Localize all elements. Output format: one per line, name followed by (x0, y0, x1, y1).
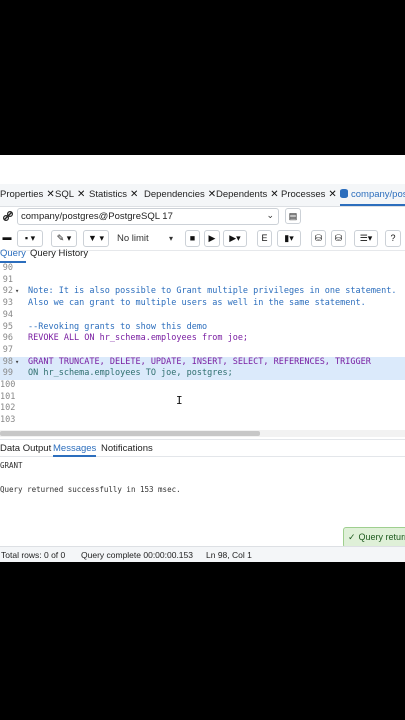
close-icon[interactable]: ✕ (130, 189, 138, 200)
message-text: Query returned successfully in 153 msec. (0, 485, 181, 494)
tab-notifications[interactable]: Notifications (101, 442, 153, 455)
editor-line: 92 ▾ Note: It is also possible to Grant mu… (2, 286, 397, 298)
sql-editor[interactable]: 90 91 92 ▾ Note: It is also possible to Gr… (0, 263, 405, 429)
list-icon: ☰▾ (359, 233, 373, 243)
connection-status-icon[interactable] (2, 210, 14, 222)
connection-select[interactable]: company/postgres@PostgreSQL 17 ⌄ (17, 208, 279, 225)
status-bar: Total rows: 0 of 0 Query complete 00:00:… (0, 546, 405, 562)
tab-dependencies[interactable]: Dependencies ✕ (144, 184, 216, 206)
tab-properties[interactable]: Properties ✕ (0, 184, 55, 206)
editor-line: 100 (0, 380, 16, 390)
help-button[interactable]: ? (385, 230, 401, 247)
filter-button[interactable]: ▼ ▾ (83, 230, 109, 247)
execute-options-button[interactable]: ▶▾ (223, 230, 247, 247)
query-tabs: Query Query History (0, 246, 405, 263)
tab-data-output[interactable]: Data Output (0, 442, 51, 455)
play-options-icon: ▶▾ (229, 233, 241, 243)
editor-line: 97 (2, 344, 13, 355)
close-icon[interactable]: ✕ (77, 189, 85, 200)
save-icon: ▪ ▾ (24, 233, 36, 243)
fold-icon[interactable]: ▾ (15, 357, 19, 369)
editor-line-selected: 99 ON hr_schema.employees TO joe, postgre… (0, 368, 405, 380)
tab-query-tool[interactable]: company/postgres (340, 184, 405, 206)
close-icon[interactable]: ✕ (328, 189, 336, 200)
macros-button[interactable]: ☰▾ (354, 230, 378, 247)
success-toast[interactable]: ✓Query returned successfully (343, 527, 405, 548)
editor-line: 94 (2, 309, 13, 320)
check-icon: ✓ (348, 532, 356, 542)
close-icon[interactable]: ✕ (208, 189, 216, 200)
play-icon: ▶ (208, 233, 216, 243)
close-icon[interactable]: ✕ (46, 189, 54, 200)
editor-line: 95 --Revoking grants to show this demo (2, 321, 208, 332)
total-rows: Total rows: 0 of 0 (1, 550, 66, 560)
rollback-button[interactable]: ⛁ (331, 230, 346, 247)
panel-tab-bar: Properties ✕ SQL ✕ Statistics ✕ Dependencie… (0, 184, 405, 207)
tab-statistics[interactable]: Statistics ✕ (89, 184, 138, 206)
tab-query[interactable]: Query (0, 247, 26, 263)
limit-select[interactable]: No limit ▾ (117, 230, 175, 247)
edit-button[interactable]: ✎ ▾ (51, 230, 77, 247)
pencil-icon: ✎ ▾ (56, 233, 72, 243)
cursor-position: Ln 98, Col 1 (206, 550, 252, 560)
database-plus-icon: ▤ (288, 211, 298, 221)
chart-icon: ▮▾ (284, 233, 294, 243)
new-connection-button[interactable]: ▤ (285, 208, 301, 224)
explain-analyze-button[interactable]: ▮▾ (277, 230, 301, 247)
execute-button[interactable]: ▶ (204, 230, 220, 247)
tab-sql[interactable]: SQL ✕ (55, 184, 85, 206)
fold-icon[interactable]: ▾ (15, 286, 19, 298)
chevron-down-icon: ⌄ (266, 210, 274, 220)
text-cursor-icon: I (176, 394, 183, 407)
tab-dependents[interactable]: Dependents ✕ (216, 184, 279, 206)
tab-processes[interactable]: Processes ✕ (281, 184, 337, 206)
editor-line: 102 (0, 403, 16, 414)
rollback-icon: ⛁ (334, 233, 343, 243)
explain-icon: E (261, 233, 268, 243)
commit-icon: ⛁ (314, 233, 323, 243)
open-file-button[interactable]: ▬ (0, 230, 14, 247)
connection-row: company/postgres@PostgreSQL 17 ⌄ ▤ (0, 206, 405, 228)
help-icon: ? (390, 233, 396, 243)
chevron-down-icon: ▾ (168, 234, 173, 243)
editor-line: 91 (2, 274, 13, 285)
query-complete-status: Query complete 00:00:00.153 (81, 550, 193, 560)
stop-icon: ■ (189, 233, 196, 243)
editor-line: 96 REVOKE ALL ON hr_schema.employees from… (2, 333, 249, 344)
editor-horizontal-scrollbar[interactable] (0, 430, 405, 437)
database-icon (340, 189, 348, 198)
stop-button[interactable]: ■ (185, 230, 200, 247)
editor-line-active: 98 ▾ GRANT TRUNCATE, DELETE, UPDATE, INSER… (0, 356, 405, 369)
pgadmin-query-tool: Properties ✕ SQL ✕ Statistics ✕ Dependencie… (0, 155, 405, 562)
folder-icon: ▬ (2, 232, 12, 242)
editor-line: 103 (0, 415, 16, 426)
commit-button[interactable]: ⛁ (311, 230, 326, 247)
scrollbar-thumb[interactable] (0, 431, 260, 436)
close-icon[interactable]: ✕ (270, 189, 278, 200)
result-tabs: Data Output Messages Notifications (0, 439, 405, 457)
editor-line: 93 Also we can grant to multiple users as… (2, 298, 366, 309)
editor-line: 90 (2, 263, 13, 273)
message-text: GRANT (0, 461, 23, 470)
editor-line: 101 (0, 391, 16, 402)
explain-button[interactable]: E (257, 230, 272, 247)
filter-icon: ▼ ▾ (88, 233, 104, 243)
save-button[interactable]: ▪ ▾ (17, 230, 43, 247)
tab-messages[interactable]: Messages (53, 442, 97, 457)
tab-query-history[interactable]: Query History (30, 247, 88, 261)
